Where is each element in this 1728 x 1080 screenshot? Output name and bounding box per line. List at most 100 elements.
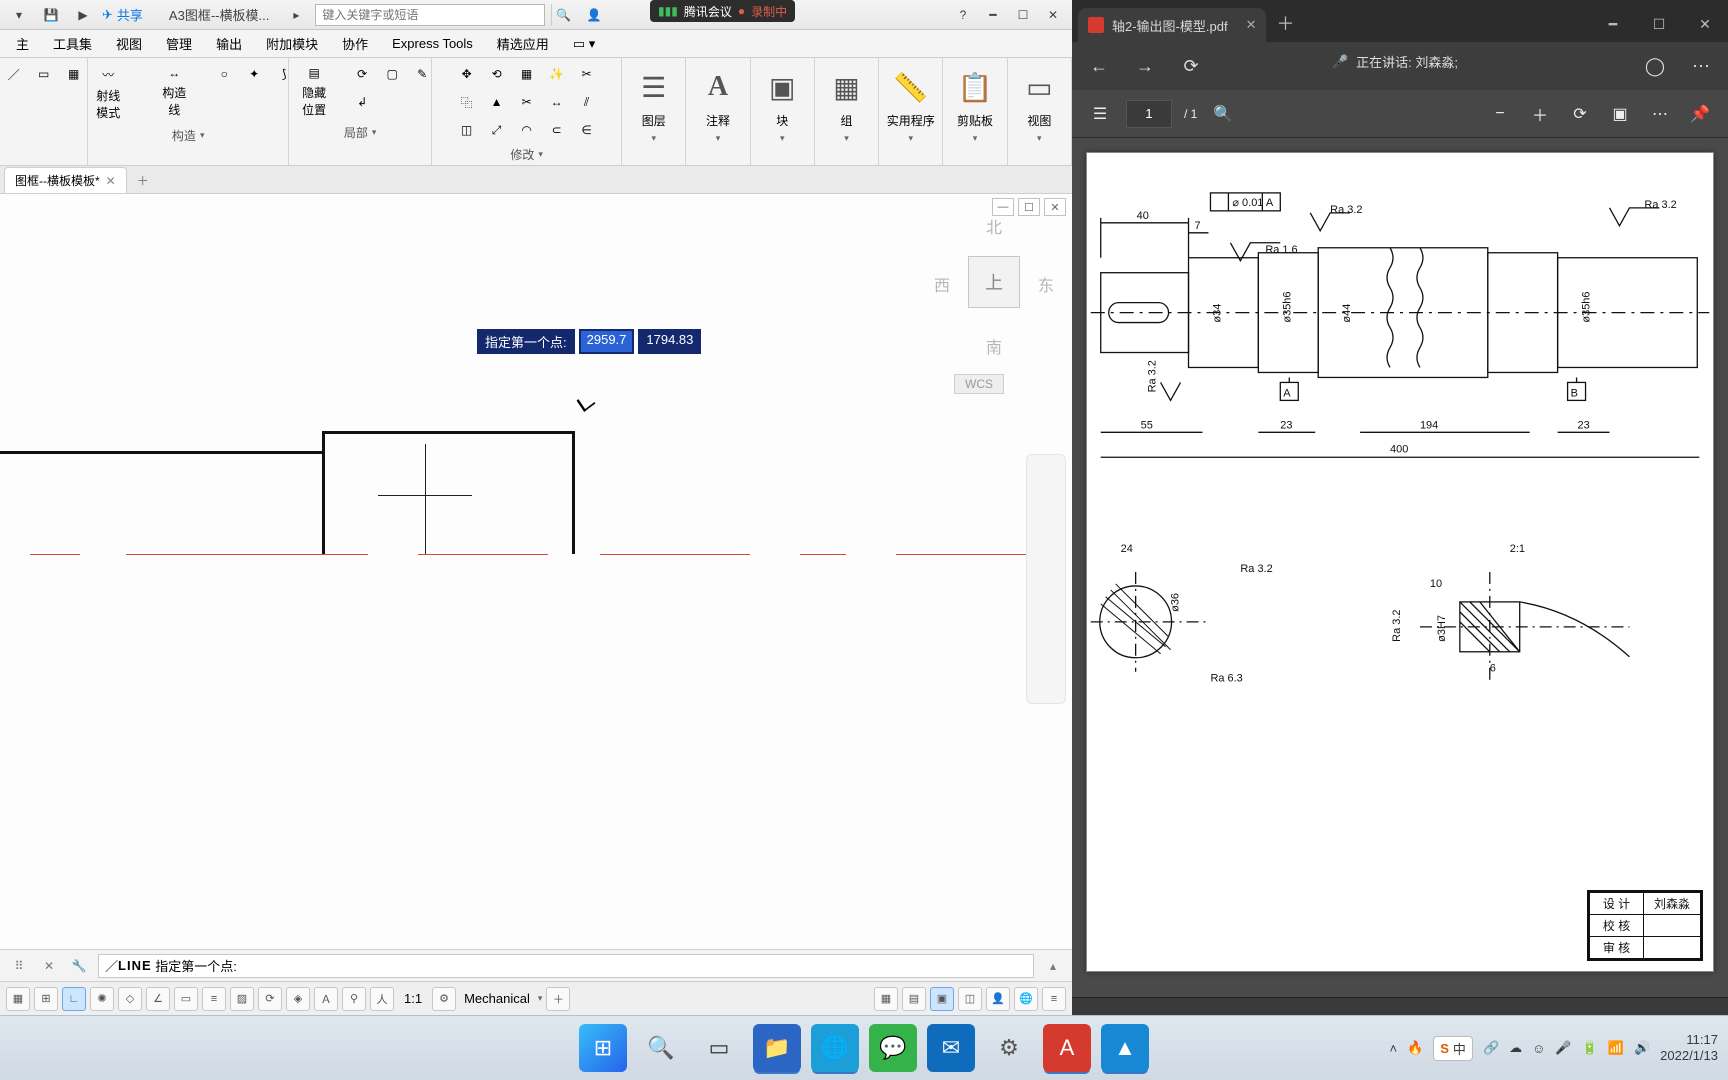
clock[interactable]: 11:17 2022/1/13 [1660, 1032, 1718, 1063]
move-tool-icon[interactable]: ✥ [453, 62, 481, 86]
text-button[interactable]: A注释 [688, 62, 748, 133]
tray-battery-icon[interactable]: 🔋 [1582, 1040, 1598, 1056]
ribbon-tab[interactable]: 工具集 [43, 30, 102, 57]
settings-icon[interactable]: ⚙ [985, 1024, 1033, 1072]
ri-icon[interactable]: ⟳ [348, 62, 376, 86]
ribbon-tab[interactable]: Express Tools [382, 32, 483, 55]
break-tool-icon[interactable]: ∈ [573, 118, 601, 142]
viewcube-west[interactable]: 西 [934, 272, 950, 296]
search-icon[interactable]: 🔍 [1209, 100, 1237, 128]
forward-button[interactable]: → [1128, 49, 1162, 83]
dimstyle-label[interactable]: Mechanical [460, 991, 534, 1006]
tencent-meeting-toolbar[interactable]: ▮▮▮ 腾讯会议 ● 录制中 [650, 0, 795, 22]
minimize-button[interactable]: ━ [1590, 6, 1636, 42]
wand-tool-icon[interactable]: ✨ [543, 62, 571, 86]
line-tool-icon[interactable]: ／ [0, 62, 28, 86]
ribbon-overflow[interactable]: ▭ ▾ [563, 32, 605, 56]
viewcube-top[interactable]: 上 [968, 256, 1020, 308]
reload-button[interactable]: ⟳ [1174, 49, 1208, 83]
zoom-out-button[interactable]: − [1486, 100, 1514, 128]
model-button[interactable]: ▦ [6, 987, 30, 1011]
explode-tool-icon[interactable]: ⤢ [483, 118, 511, 142]
new-tab-button[interactable]: ＋ [1266, 4, 1304, 42]
hide-tool[interactable]: ▤ 隐藏 位置 [284, 62, 344, 122]
construct-line-tool[interactable]: ↔ 构造 线 [144, 62, 204, 125]
polyline-tool[interactable]: 〰 射线 模式 [78, 62, 138, 125]
share-button[interactable]: ✈ 共享 [102, 5, 143, 24]
contents-icon[interactable]: ☰ [1086, 100, 1114, 128]
close-tab-icon[interactable]: ✕ [106, 174, 116, 188]
viewcube-north[interactable]: 北 [986, 214, 1002, 238]
dynamic-input-y[interactable]: 1794.83 [638, 329, 701, 354]
cmd-close-icon[interactable]: ✕ [38, 955, 60, 977]
close-tab-icon[interactable]: ✕ [1246, 17, 1257, 33]
cmd-customize-icon[interactable]: 🔧 [68, 955, 90, 977]
sb-icon[interactable]: ◫ [958, 987, 982, 1011]
chamfer-tool-icon[interactable]: ◠ [513, 118, 541, 142]
maximize-button[interactable]: ☐ [1636, 6, 1682, 42]
grid-button[interactable]: ⊞ [34, 987, 58, 1011]
ribbon-tab[interactable]: 协作 [332, 30, 378, 57]
viewcube-east[interactable]: 东 [1038, 272, 1054, 296]
help-search-input[interactable] [316, 8, 544, 22]
view-cube[interactable]: 北 西 东 上 南 WCS [934, 214, 1054, 414]
zoom-in-button[interactable]: ＋ [1526, 100, 1554, 128]
dyn-button[interactable]: ▭ [174, 987, 198, 1011]
trim-tool-icon[interactable]: ✂ [573, 62, 601, 86]
scale-tool-icon[interactable]: ✂ [513, 90, 541, 114]
layer-button[interactable]: ☰图层 [624, 62, 684, 133]
scale-label[interactable]: 1:1 [398, 991, 428, 1006]
sb-icon[interactable]: ▣ [930, 987, 954, 1011]
rotate-tool-icon[interactable]: ⟲ [483, 62, 511, 86]
back-button[interactable]: ← [1082, 49, 1116, 83]
transparency-button[interactable]: ▨ [230, 987, 254, 1011]
search-icon[interactable]: 🔍 [551, 4, 575, 26]
app-menu-button[interactable]: ▾ [6, 4, 32, 26]
3d-button[interactable]: ◈ [286, 987, 310, 1011]
array-tool-icon[interactable]: ▦ [513, 62, 541, 86]
pdf-viewport[interactable]: 40 7 55 23 23 194 400 ⌀ 0.01 A Ra 1.6 Ra… [1072, 138, 1728, 997]
view-button[interactable]: ▭视图 [1009, 62, 1069, 133]
paste-button[interactable]: 📋剪贴板 [945, 62, 1005, 133]
close-button[interactable]: ✕ [1040, 4, 1066, 26]
mail-icon[interactable]: ✉ [927, 1024, 975, 1072]
menu-icon[interactable]: ⋯ [1684, 49, 1718, 83]
ribbon-tab[interactable]: 附加模块 [256, 30, 328, 57]
sb-icon[interactable]: 👤 [986, 987, 1010, 1011]
rotate-button[interactable]: ⟳ [1566, 100, 1594, 128]
cycle-button[interactable]: ⟳ [258, 987, 282, 1011]
customize-status-icon[interactable]: ≡ [1042, 987, 1066, 1011]
circle-tool-icon[interactable]: ○ [210, 62, 238, 86]
tray-volume-icon[interactable]: 🔊 [1634, 1040, 1650, 1056]
ribbon-tab[interactable]: 主 [6, 30, 39, 57]
cmd-handle-icon[interactable]: ⠿ [8, 955, 30, 977]
ribbon-tab[interactable]: 视图 [106, 30, 152, 57]
ribbon-tab[interactable]: 精选应用 [487, 30, 559, 57]
ribbon-tab[interactable]: 输出 [206, 30, 252, 57]
bookmark-icon[interactable]: 📌 [1686, 100, 1714, 128]
ribbon-tab[interactable]: 管理 [156, 30, 202, 57]
point-tool-icon[interactable]: ✦ [240, 62, 268, 86]
otrack-button[interactable]: ∠ [146, 987, 170, 1011]
minimize-button[interactable]: ━ [980, 4, 1006, 26]
tray-chevron-icon[interactable]: ˄ [1389, 1041, 1397, 1056]
annoscale-button[interactable]: Ａ [314, 987, 338, 1011]
new-tab-button[interactable]: ＋ [129, 168, 157, 193]
cmd-history-icon[interactable]: ▴ [1042, 955, 1064, 977]
tray-cloud-icon[interactable]: ☁ [1509, 1040, 1522, 1056]
navigation-bar[interactable] [1026, 454, 1066, 704]
tray-face-icon[interactable]: ☺ [1532, 1041, 1545, 1056]
sb-icon[interactable]: 🌐 [1014, 987, 1038, 1011]
fit-button[interactable]: ▣ [1606, 100, 1634, 128]
group-button[interactable]: ▦组 [817, 62, 877, 133]
rect-tool-icon[interactable]: ▭ [30, 62, 58, 86]
command-line[interactable]: ／ LINE 指定第一个点: [98, 954, 1034, 978]
account-icon[interactable]: 👤 [581, 4, 607, 26]
doc-dropdown[interactable]: ▸ [283, 4, 309, 26]
osnap-button[interactable]: ◇ [118, 987, 142, 1011]
autocad-icon[interactable]: A [1043, 1024, 1091, 1072]
sb-icon[interactable]: ▦ [874, 987, 898, 1011]
page-number-input[interactable] [1126, 100, 1172, 128]
horizontal-scrollbar[interactable] [1072, 997, 1728, 1015]
plus-button[interactable]: ＋ [546, 987, 570, 1011]
